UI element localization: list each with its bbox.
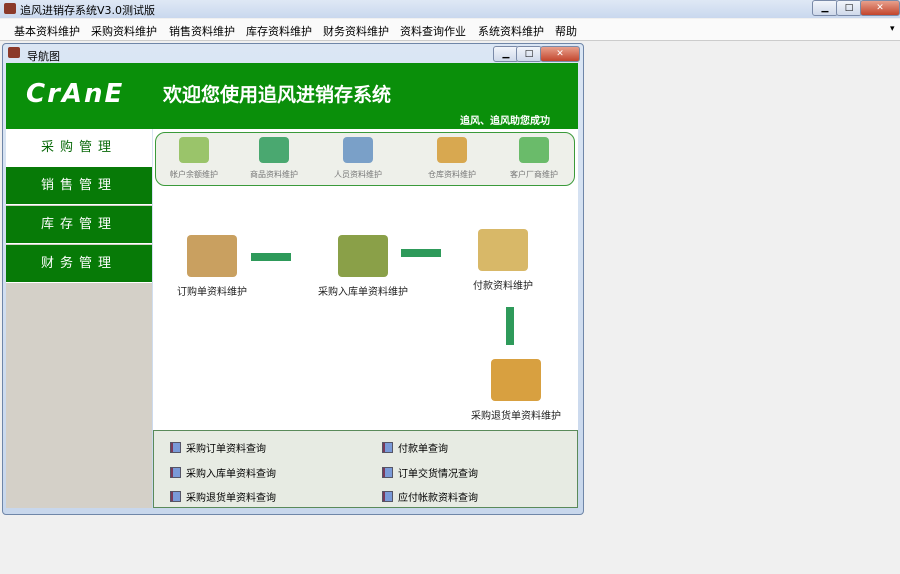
sidebar-item-inventory[interactable]: 库存管理 [6,206,152,244]
content-area: 帐户余额维护 商品资料维护 人员资料维护 仓库资料维护 客户厂商维护 订购单资料… [153,129,578,430]
flow-label: 订购单资料维护 [177,287,247,298]
book-icon [170,442,181,453]
maximize-button[interactable]: □ [836,0,862,16]
tool-label: 帐户余额维护 [170,170,218,179]
app-title-bar: 追风进销存系统V3.0测试版 ▁ □ ✕ [0,0,900,18]
globe-icon [179,137,209,163]
flow-receiving[interactable]: 采购入库单资料维护 [308,235,418,298]
menu-basic[interactable]: 基本资料维护 [14,23,80,39]
window-title: 导航图 [27,50,60,63]
sidebar-item-purchase[interactable]: 采购管理 [6,129,152,167]
query-label: 采购订单资料查询 [186,444,266,455]
tool-label: 商品资料维护 [250,170,298,179]
book-icon [170,467,181,478]
menu-purchase[interactable]: 采购资料维护 [91,23,157,39]
tool-customer[interactable]: 客户厂商维护 [494,137,574,180]
query-label: 订单交货情况查询 [398,469,478,480]
book-icon [382,442,393,453]
tool-warehouse[interactable]: 仓库资料维护 [412,137,492,180]
tool-label: 人员资料维护 [334,170,382,179]
query-panel: 采购订单资料查询 付款单查询 采购入库单资料查询 订单交货情况查询 采购退货单资… [153,430,578,508]
sidebar: 采购管理 销售管理 库存管理 财务管理 [6,129,152,508]
overflow-icon[interactable]: ▾ [890,24,895,34]
menu-inventory[interactable]: 库存资料维护 [246,23,312,39]
menu-query[interactable]: 资料查询作业 [400,23,466,39]
child-close-button[interactable]: ✕ [540,46,580,62]
tool-panel: 帐户余额维护 商品资料维护 人员资料维护 仓库资料维护 客户厂商维护 [155,132,575,186]
tool-goods[interactable]: 商品资料维护 [234,137,314,180]
close-button[interactable]: ✕ [860,0,900,16]
menu-system[interactable]: 系统资料维护 [478,23,544,39]
book-icon [382,491,393,502]
query-label: 采购退货单资料查询 [186,493,276,504]
flow-order[interactable]: 订购单资料维护 [167,235,257,298]
query-label: 应付帐款资料查询 [398,493,478,504]
slogan: 追风、追风助您成功 [460,116,550,127]
query-receiving[interactable]: 采购入库单资料查询 [170,465,276,480]
query-po[interactable]: 采购订单资料查询 [170,440,266,455]
welcome-title: 欢迎您使用追风进销存系统 [163,84,392,106]
query-payment[interactable]: 付款单查询 [382,440,448,455]
menu-bar: 基本资料维护 采购资料维护 销售资料维护 库存资料维护 财务资料维护 资料查询作… [0,19,900,41]
minimize-button[interactable]: ▁ [812,0,838,16]
handshake-icon [519,137,549,163]
return-icon [491,359,541,401]
goods-icon [259,137,289,163]
query-label: 采购入库单资料查询 [186,469,276,480]
order-icon [187,235,237,277]
flow-payment[interactable]: 付款资料维护 [463,229,543,292]
app-title: 追风进销存系统V3.0测试版 [20,4,156,17]
menu-help[interactable]: 帮助 [555,23,577,39]
sidebar-item-finance[interactable]: 财务管理 [6,245,152,283]
query-label: 付款单查询 [398,444,448,455]
tool-staff[interactable]: 人员资料维护 [318,137,398,180]
query-payables[interactable]: 应付帐款资料查询 [382,489,478,504]
banner: CrAnE 欢迎您使用追风进销存系统 追风、追风助您成功 [6,63,578,129]
book-icon [382,467,393,478]
truck-icon [338,235,388,277]
arrow-right-icon [251,253,291,261]
tool-account-balance[interactable]: 帐户余额维护 [154,137,234,180]
tool-label: 仓库资料维护 [428,170,476,179]
menu-sales[interactable]: 销售资料维护 [169,23,235,39]
arrow-right-icon [401,249,441,257]
flow-label: 采购退货单资料维护 [471,411,561,422]
arrow-up-icon [506,307,514,345]
book-icon [170,491,181,502]
flow-label: 采购入库单资料维护 [318,287,408,298]
menu-finance[interactable]: 财务资料维护 [323,23,389,39]
query-return[interactable]: 采购退货单资料查询 [170,489,276,504]
query-delivery[interactable]: 订单交货情况查询 [382,465,478,480]
payment-icon [478,229,528,271]
flow-label: 付款资料维护 [473,281,533,292]
flow-return[interactable]: 采购退货单资料维护 [461,359,571,422]
warehouse-icon [437,137,467,163]
child-maximize-button[interactable]: □ [516,46,542,62]
sidebar-item-sales[interactable]: 销售管理 [6,167,152,205]
app-icon [4,3,16,14]
tool-label: 客户厂商维护 [510,170,558,179]
boxes-icon [343,137,373,163]
crane-logo: CrAnE [26,79,125,109]
window-icon [8,47,20,58]
